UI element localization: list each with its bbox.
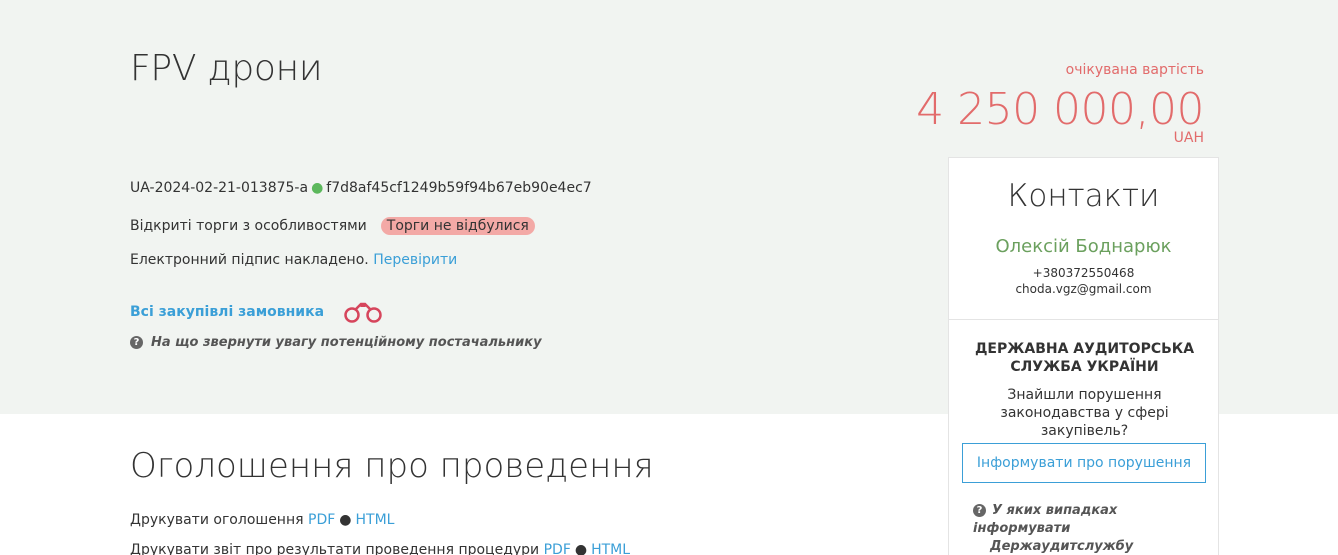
contact-name: Олексій Боднарюк [995,236,1172,257]
procedure-type: Відкриті торги з особливостями [130,218,367,234]
question-icon: ? [130,336,143,349]
verify-signature-link[interactable]: Перевірити [373,252,457,268]
audit-question: Знайшли порушення законодавства у сфері … [1000,387,1169,439]
tender-hash: f7d8af45cf1249b59f94b67eb90e4ec7 [326,180,592,196]
separator-dot: ● [339,512,352,528]
audit-help-link[interactable]: ? У яких випадках інформувати Держаудитсл… [973,502,1203,555]
all-purchases-row: Всі закупівлі замовника [130,300,384,324]
separator-dot: ● [311,180,324,196]
print-report-label: Друкувати звіт про результати проведення… [130,542,540,555]
binoculars-icon[interactable] [342,300,384,324]
page-title: FPV дрони [130,48,323,89]
expected-value-label: очікувана вартість [1065,62,1204,78]
audit-service-title: Державна аудиторська служба України [974,341,1195,375]
attention-text: На що звернути увагу потенційному постач… [151,335,542,350]
card-divider [949,319,1218,320]
announcement-title: Оголошення про проведення [130,446,654,486]
separator-dot: ● [574,542,588,555]
audit-help-line1: У яких випадках інформувати [973,503,1118,536]
status-badge: Торги не відбулися [380,217,535,235]
procedure-row: Відкриті торги з особливостями Торги не … [130,217,535,235]
question-icon: ? [973,504,986,517]
all-purchases-link[interactable]: Всі закупівлі замовника [130,304,324,320]
print-notice-html-link[interactable]: HTML [356,512,395,528]
contacts-title: Контакти [1007,178,1160,214]
print-report-row: Друкувати звіт про результати проведення… [130,542,630,555]
report-violation-button[interactable]: Інформувати про порушення [962,443,1206,483]
print-notice-pdf-link[interactable]: PDF [308,512,335,528]
contact-email: choda.vgz@gmail.com [1015,282,1152,296]
signature-text: Електронний підпис накладено. [130,252,369,268]
attention-row[interactable]: ? На що звернути увагу потенційному пост… [130,335,542,350]
audit-help-line2: Держаудитслужбу [990,539,1134,554]
print-report-pdf-link[interactable]: PDF [544,542,571,555]
contacts-card: Контакти Олексій Боднарюк +380372550468 … [948,157,1219,555]
print-report-html-link[interactable]: HTML [591,542,630,555]
signature-row: Електронний підпис накладено. Перевірити [130,252,457,268]
contact-phone: +380372550468 [1032,266,1135,280]
print-notice-row: Друкувати оголошення PDF ● HTML [130,512,394,528]
print-notice-label: Друкувати оголошення [130,512,304,528]
tender-identifiers: UA-2024-02-21-013875-a ● f7d8af45cf1249b59… [130,180,592,196]
expected-value-amount: 4 250 000,00 [916,84,1204,135]
currency-label: UAH [1173,130,1204,146]
tender-id: UA-2024-02-21-013875-a [130,180,309,196]
